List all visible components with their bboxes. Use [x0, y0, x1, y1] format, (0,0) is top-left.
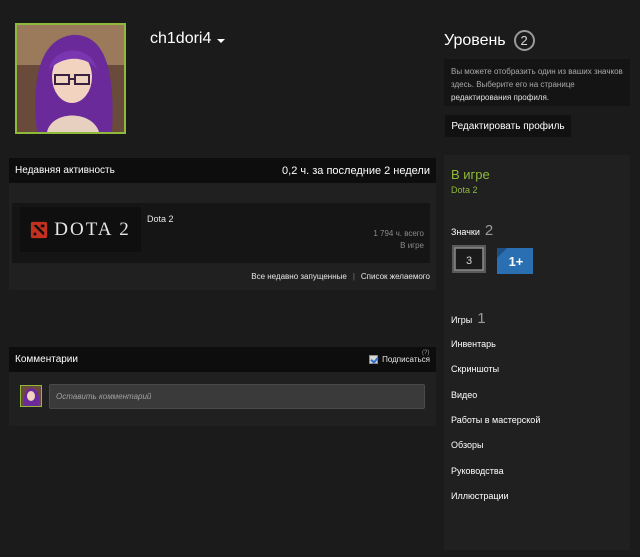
avatar-image	[17, 25, 124, 132]
recent-activity-title: Недавняя активность	[15, 165, 115, 176]
level-info-text: Вы можете отобразить один из ваших значк…	[451, 67, 623, 89]
comments-title: Комментарии	[15, 354, 78, 365]
level-heading: Уровень 2	[444, 30, 535, 51]
game-name[interactable]: Dota 2	[147, 214, 174, 224]
ingame-game-link[interactable]: Dota 2	[451, 185, 478, 195]
sidebar-item-inventory[interactable]: Инвентарь	[451, 339, 496, 349]
sidebar-item-workshop[interactable]: Работы в мастерской	[451, 415, 540, 425]
recent-activity-summary: 0,2 ч. за последние 2 недели	[282, 164, 430, 177]
sidebar-item-reviews[interactable]: Обзоры	[451, 440, 483, 450]
level-badge: 2	[513, 30, 535, 51]
badges-count: 2	[484, 222, 494, 239]
sidebar-item-screenshots[interactable]: Скриншоты	[451, 364, 499, 374]
subscribe-label: Подписаться	[382, 355, 430, 364]
subscribe-toggle[interactable]: Подписаться	[369, 355, 430, 364]
comment-avatar-image	[21, 386, 41, 406]
game-capsule[interactable]: DOTA 2	[20, 207, 141, 252]
dota-logo-icon	[31, 221, 48, 238]
comments-header: Комментарии Подписаться	[9, 347, 436, 372]
sidebar-item-videos[interactable]: Видео	[451, 390, 477, 400]
chevron-down-icon	[217, 39, 226, 43]
recently-played-link[interactable]: Все недавно запущенные	[251, 272, 347, 281]
games-count: 1	[477, 310, 486, 327]
username-text: ch1dori4	[150, 30, 212, 47]
badges-label: Значки	[451, 227, 480, 237]
games-link[interactable]: Игры 1	[451, 310, 486, 327]
comment-avatar	[20, 385, 42, 407]
badge1-text: 3	[466, 255, 472, 267]
sidebar-item-artwork[interactable]: Иллюстрации	[451, 491, 509, 501]
username-dropdown[interactable]: ch1dori4	[150, 30, 226, 48]
years-badge-icon[interactable]: 1+	[497, 248, 533, 279]
edit-profile-link[interactable]: редактирования профиля.	[451, 93, 549, 102]
level-badge-image: 3	[452, 245, 486, 273]
badges-link[interactable]: Значки 2	[451, 222, 493, 239]
game-hours: 1 794 ч. всего	[373, 229, 424, 238]
level-title: Уровень	[444, 31, 506, 49]
game-status: В игре	[400, 241, 424, 250]
sidebar-item-guides[interactable]: Руководства	[451, 466, 504, 476]
ingame-status-title: В игре	[451, 167, 490, 182]
level-info-panel: Вы можете отобразить один из ваших значк…	[444, 59, 630, 106]
edit-profile-button[interactable]: Редактировать профиль	[445, 115, 571, 137]
level-badge-icon[interactable]: 3	[452, 245, 486, 278]
years-badge-image: 1+	[497, 248, 533, 274]
games-label: Игры	[451, 315, 473, 325]
game-logo-text: DOTA 2	[54, 218, 131, 240]
recent-activity-header: Недавняя активность 0,2 ч. за последние …	[9, 158, 436, 183]
badge2-text: 1+	[509, 254, 524, 269]
subscribe-checkbox[interactable]	[369, 355, 379, 364]
activity-links: Все недавно запущенные | Список желаемог…	[251, 272, 430, 281]
link-separator: |	[352, 272, 355, 281]
comment-input[interactable]	[49, 384, 425, 409]
help-icon[interactable]: (?)	[422, 350, 429, 356]
profile-avatar	[15, 23, 126, 134]
wishlist-link[interactable]: Список желаемого	[361, 272, 430, 281]
